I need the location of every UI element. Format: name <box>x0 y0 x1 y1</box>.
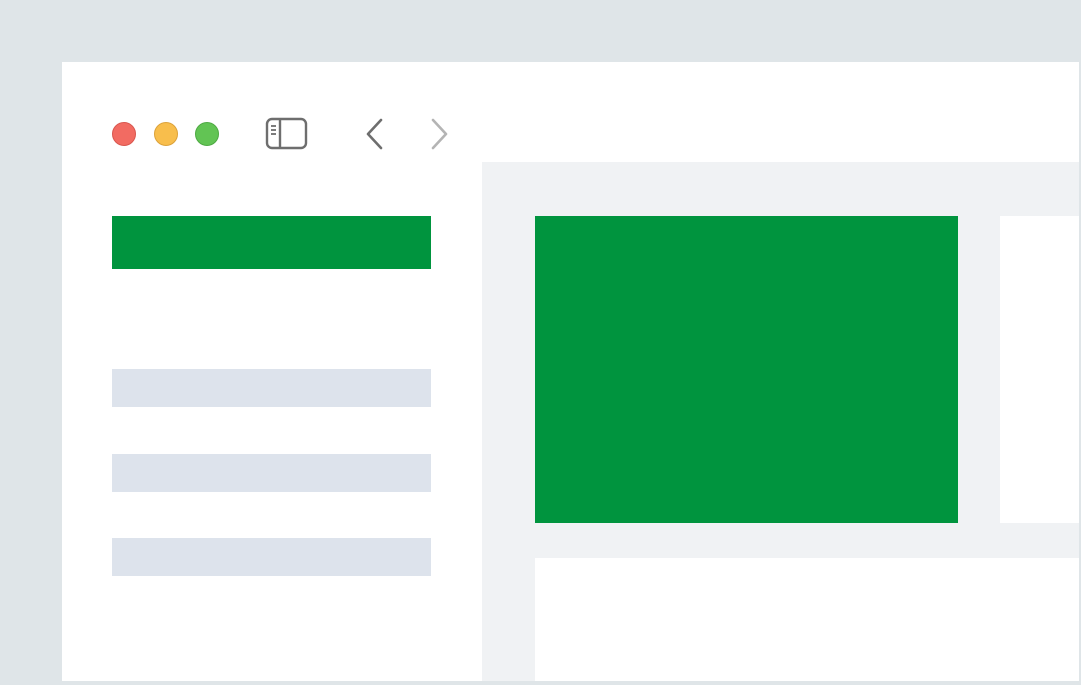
main-content <box>482 162 1079 681</box>
sidebar-item[interactable] <box>112 538 431 576</box>
sidebar-toggle-icon <box>265 117 308 150</box>
app-window <box>62 62 1079 681</box>
chevron-left-icon <box>366 118 383 150</box>
sidebar-toggle-button[interactable] <box>265 116 309 152</box>
content-card-primary[interactable] <box>535 216 958 523</box>
back-button[interactable] <box>362 116 388 152</box>
window-maximize-button[interactable] <box>195 122 219 146</box>
chevron-right-icon <box>431 118 448 150</box>
content-card-secondary[interactable] <box>1000 216 1079 523</box>
sidebar-item[interactable] <box>112 454 431 492</box>
sidebar <box>62 162 482 681</box>
content-card-bottom[interactable] <box>535 558 1079 681</box>
forward-button[interactable] <box>428 116 454 152</box>
window-minimize-button[interactable] <box>154 122 178 146</box>
window-close-button[interactable] <box>112 122 136 146</box>
sidebar-item-active[interactable] <box>112 216 431 269</box>
sidebar-item[interactable] <box>112 369 431 407</box>
